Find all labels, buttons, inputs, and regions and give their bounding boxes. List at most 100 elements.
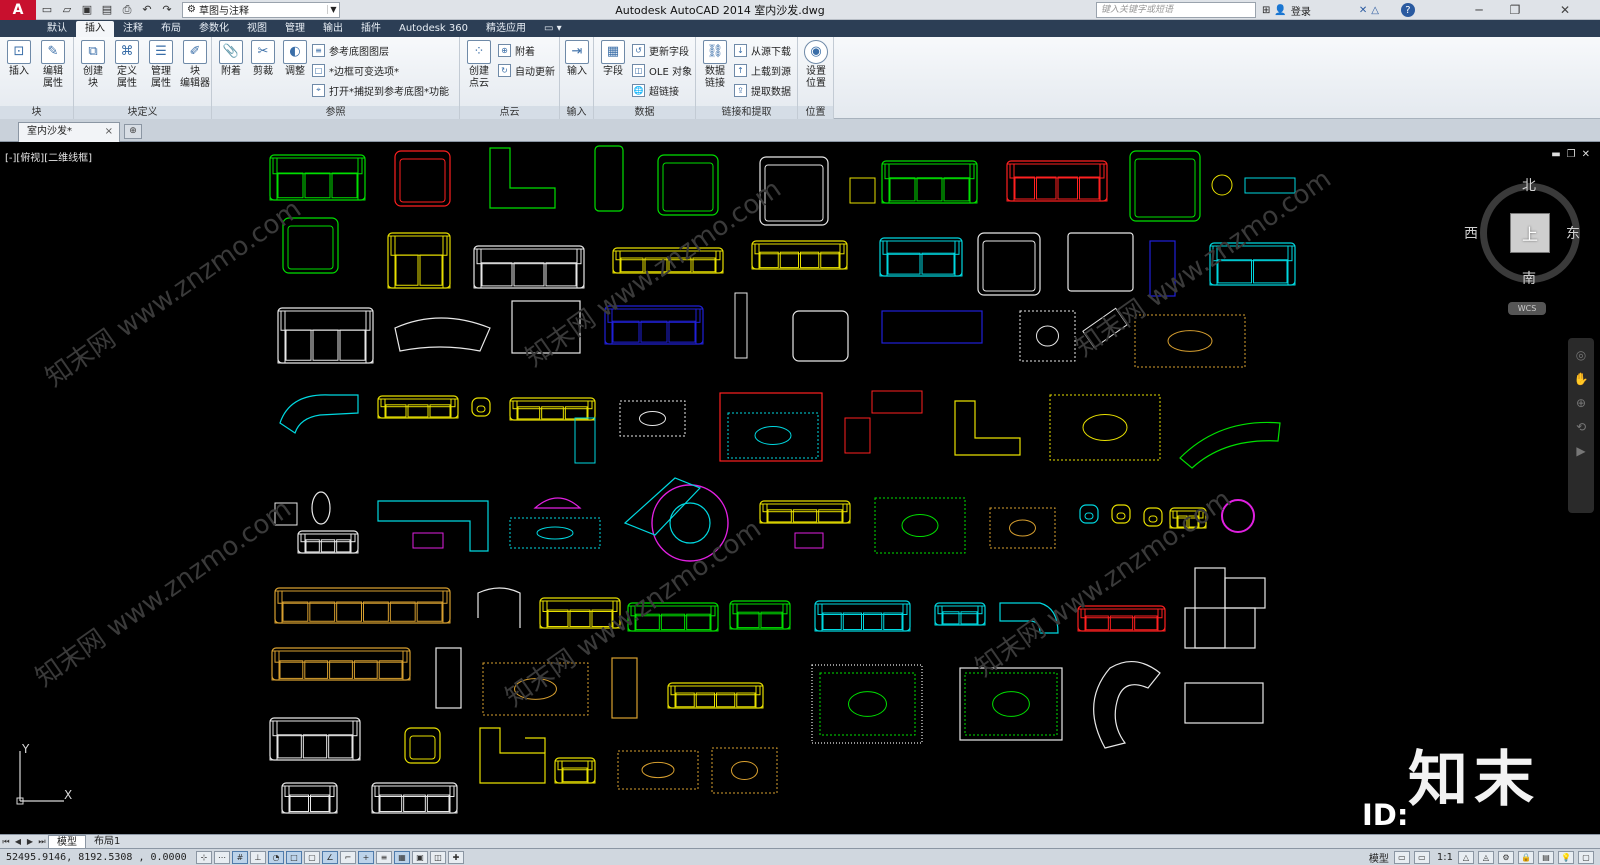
triangle-icon[interactable]: △ <box>1371 5 1379 16</box>
infer-constraints-icon[interactable]: ⊹ <box>196 850 212 864</box>
tab-8[interactable]: 插件 <box>352 21 390 37</box>
binoculars-icon[interactable]: ⊞ <box>1262 5 1270 16</box>
block-editor-button[interactable]: ✐ 块 编辑器 <box>178 40 212 90</box>
define-attribute-button[interactable]: ⌘ 定义 属性 <box>110 40 144 90</box>
tab-2[interactable]: 注释 <box>114 21 152 37</box>
clip-button[interactable]: ✂ 剪裁 <box>246 40 280 78</box>
last-layout-icon[interactable]: ⏭ <box>36 836 48 848</box>
annotation-visibility-icon[interactable]: △ <box>1458 851 1474 864</box>
tab-7[interactable]: 输出 <box>314 21 352 37</box>
underlay-layers-button[interactable]: ≡ 参考底图图层 <box>312 42 389 58</box>
vp-minimize-icon[interactable]: ▬ <box>1551 149 1560 160</box>
login-area[interactable]: ⊞ 👤 登录 ✕ △ ? <box>1262 2 1415 18</box>
transparency-icon[interactable]: ▦ <box>394 850 410 864</box>
coordinate-readout[interactable]: 52495.9146, 8192.5308 , 0.0000 <box>0 852 196 863</box>
app-logo-icon[interactable]: A <box>0 0 36 20</box>
showmotion-icon[interactable]: ▶ <box>1576 444 1585 458</box>
hyperlink-button[interactable]: 🌐 超链接 <box>632 82 679 98</box>
quick-properties-icon[interactable]: ▣ <box>412 850 428 864</box>
update-field-button[interactable]: ↺ 更新字段 <box>632 42 689 58</box>
panel-title-location[interactable]: 位置 <box>798 106 833 119</box>
tab-model[interactable]: 模型 <box>48 835 86 848</box>
help-icon[interactable]: ? <box>1400 3 1415 17</box>
print-icon[interactable]: ⎙ <box>118 2 136 18</box>
compass-north[interactable]: 北 <box>1522 175 1536 195</box>
clean-screen-icon[interactable]: ▢ <box>1578 851 1594 864</box>
snap-mode-icon[interactable]: ⋯ <box>214 850 230 864</box>
tab-1[interactable]: 插入 <box>76 21 114 37</box>
auto-update-button[interactable]: ↻ 自动更新 <box>498 62 555 78</box>
panel-title-reference[interactable]: 参照 <box>212 106 459 119</box>
isolate-objects-icon[interactable]: 💡 <box>1558 851 1574 864</box>
panel-title-data[interactable]: 数据 <box>594 106 695 119</box>
prev-layout-icon[interactable]: ◀ <box>12 836 24 848</box>
viewcube-top-face[interactable]: 上 <box>1510 213 1550 253</box>
selection-cycling-icon[interactable]: ◫ <box>430 850 446 864</box>
orbit-icon[interactable]: ⟲ <box>1576 420 1586 434</box>
viewcube[interactable]: 上 北 南 东 西 <box>1464 178 1580 287</box>
login-label[interactable]: 登录 <box>1291 3 1311 18</box>
ducs-icon[interactable]: ⌐ <box>340 850 356 864</box>
save-icon[interactable]: ▣ <box>78 2 96 18</box>
tab-3[interactable]: 布局 <box>152 21 190 37</box>
next-layout-icon[interactable]: ▶ <box>24 836 36 848</box>
restore-button[interactable]: ❐ <box>1500 0 1530 20</box>
tab-10[interactable]: 精选应用 <box>477 21 535 37</box>
new-file-icon[interactable]: ▭ <box>38 2 56 18</box>
set-location-button[interactable]: ◉ 设置 位置 <box>799 40 833 90</box>
data-link-button[interactable]: ⛓ 数据 链接 <box>698 40 732 90</box>
download-from-source-button[interactable]: ↓ 从源下载 <box>734 42 791 58</box>
save-as-icon[interactable]: ▤ <box>98 2 116 18</box>
tab-5[interactable]: 视图 <box>238 21 276 37</box>
field-button[interactable]: ▦ 字段 <box>596 40 630 78</box>
redo-icon[interactable]: ↷ <box>158 2 176 18</box>
tab-6[interactable]: 管理 <box>276 21 314 37</box>
auto-scale-icon[interactable]: ◬ <box>1478 851 1494 864</box>
lineweight-icon[interactable]: ≡ <box>376 850 392 864</box>
otrack-icon[interactable]: ∠ <box>322 850 338 864</box>
zoom-icon[interactable]: ⊕ <box>1576 396 1586 410</box>
polar-icon[interactable]: ◔ <box>268 850 284 864</box>
ortho-icon[interactable]: ⊥ <box>250 850 266 864</box>
vp-close-icon[interactable]: ✕ <box>1582 149 1590 160</box>
compass-east[interactable]: 东 <box>1566 223 1580 243</box>
pan-icon[interactable]: ✋ <box>1574 372 1589 386</box>
steering-wheel-icon[interactable]: ◎ <box>1576 348 1586 362</box>
panel-title-point-cloud[interactable]: 点云 <box>460 106 559 119</box>
dyn-input-icon[interactable]: + <box>358 850 374 864</box>
open-file-icon[interactable]: ▱ <box>58 2 76 18</box>
manage-attribute-button[interactable]: ☰ 管理 属性 <box>144 40 178 90</box>
panel-title-linking[interactable]: 链接和提取 <box>696 106 797 119</box>
quick-view-drawings-icon[interactable]: ▭ <box>1413 851 1430 864</box>
compass-south[interactable]: 南 <box>1522 268 1536 288</box>
undo-icon[interactable]: ↶ <box>138 2 156 18</box>
minimize-button[interactable]: ─ <box>1464 0 1494 20</box>
model-space-label[interactable]: 模型 <box>1366 850 1392 865</box>
snap-underlay-button[interactable]: ⌖ 打开*捕捉到参考底图*功能 <box>312 82 449 98</box>
lock-icon[interactable]: 🔒 <box>1518 851 1534 864</box>
import-button[interactable]: ⇥ 输入 <box>560 40 594 78</box>
adjust-button[interactable]: ◐ 调整 <box>278 40 312 78</box>
pc-attach-button[interactable]: ⊕ 附着 <box>498 42 535 58</box>
panel-title-block[interactable]: 块 <box>0 106 73 119</box>
ole-object-button[interactable]: ◫ OLE 对象 <box>632 62 692 78</box>
create-block-button[interactable]: ⧉ 创建 块 <box>76 40 110 90</box>
viewport-controls-label[interactable]: [-][俯视][二维线框] <box>5 149 92 164</box>
ribbon-options-icon[interactable]: ▭ ▾ <box>535 21 571 37</box>
attach-button[interactable]: 📎 附着 <box>214 40 248 78</box>
panel-title-block-definition[interactable]: 块定义 <box>74 106 211 119</box>
grid-icon[interactable]: # <box>232 850 248 864</box>
edit-attribute-button[interactable]: ✎ 编辑 属性 <box>36 40 70 90</box>
3d-osnap-icon[interactable]: ▢ <box>304 850 320 864</box>
close-icon[interactable]: × <box>105 123 113 141</box>
hardware-accel-icon[interactable]: ▤ <box>1538 851 1554 864</box>
quick-view-layouts-icon[interactable]: ▭ <box>1393 851 1410 864</box>
compass-west[interactable]: 西 <box>1464 223 1478 243</box>
osnap-icon[interactable]: □ <box>286 850 302 864</box>
drawing-canvas[interactable]: 知末网 www.znzmo.com 知末网 www.znzmo.com 知末网 … <box>0 143 1600 834</box>
workspace-switch-icon[interactable]: ⚙ <box>1498 851 1514 864</box>
exchange-icon[interactable]: ✕ <box>1359 5 1367 16</box>
insert-button[interactable]: ⊡ 插入 <box>2 40 36 78</box>
annotation-scale[interactable]: 1:1 <box>1434 852 1456 863</box>
first-layout-icon[interactable]: ⏮ <box>0 836 12 848</box>
